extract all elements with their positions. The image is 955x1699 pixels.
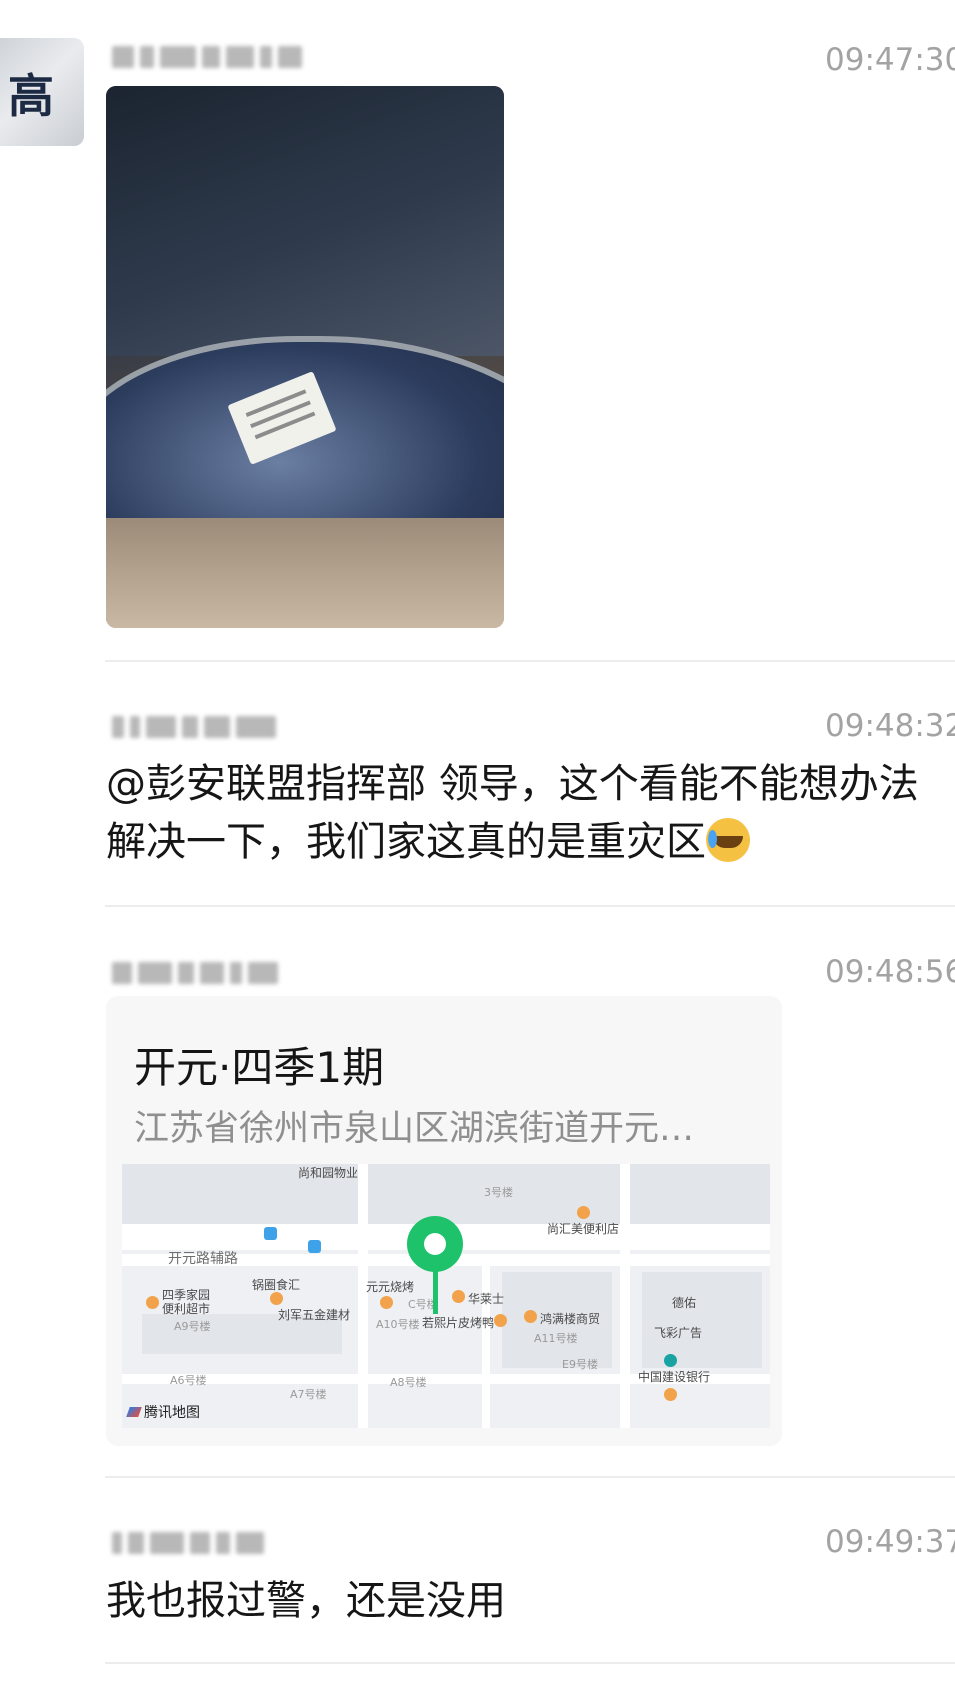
poi-icon <box>664 1388 677 1401</box>
bank-icon <box>664 1354 677 1367</box>
map-label: 元元烧烤 <box>366 1280 415 1294</box>
bus-stop-icon <box>264 1227 277 1240</box>
crying-laughing-emoji-icon <box>706 818 750 862</box>
message-divider <box>105 905 955 907</box>
map-label: A11号楼 <box>534 1332 578 1345</box>
message-time: 09:48:56 <box>825 954 955 990</box>
map-label: A10号楼 <box>376 1318 420 1331</box>
map-provider-name: 腾讯地图 <box>144 1405 200 1421</box>
bus-stop-icon <box>308 1240 321 1253</box>
map-label: A7号楼 <box>290 1388 327 1401</box>
map-label: 若熙片皮烤鸭 <box>422 1316 495 1330</box>
photo-car-window <box>106 86 504 356</box>
map-label: 华莱士 <box>468 1292 505 1306</box>
message-time: 09:47:30 <box>825 42 955 78</box>
message-text-content: 我也报过警，还是没用 <box>106 1578 506 1624</box>
poi-icon <box>494 1314 507 1327</box>
map-block <box>122 1164 770 1224</box>
map-block <box>642 1272 762 1368</box>
map-label: 锅圈食汇 <box>252 1278 301 1292</box>
map-road <box>620 1164 630 1428</box>
map-road <box>482 1254 490 1428</box>
poi-icon <box>270 1292 283 1305</box>
message-photo[interactable] <box>106 86 504 628</box>
message-text[interactable]: @彭安联盟指挥部 领导，这个看能不能想办法解决一下，我们家这真的是重灾区 <box>106 755 943 871</box>
map-label: 尚和园物业 <box>298 1166 359 1180</box>
poi-icon <box>380 1296 393 1309</box>
tencent-map-icon <box>126 1407 142 1417</box>
sender-name-blurred <box>112 1528 332 1558</box>
message-time: 09:48:32 <box>825 708 955 744</box>
location-map[interactable]: 尚和园物业 3号楼 尚汇美便利店 开元路辅路 四季家园 便利超市 锅圈食汇 元元… <box>122 1164 770 1428</box>
map-label: 尚汇美便利店 <box>547 1222 620 1236</box>
map-provider-logo: 腾讯地图 <box>126 1402 200 1422</box>
location-pin-stem <box>433 1268 438 1314</box>
map-label: 刘军五金建材 <box>278 1308 351 1322</box>
poi-icon <box>524 1310 537 1323</box>
message-divider <box>105 1476 955 1478</box>
poi-icon <box>452 1290 465 1303</box>
photo-ground <box>106 518 504 628</box>
map-label: 3号楼 <box>484 1186 513 1199</box>
location-address: 江苏省徐州市泉山区湖滨街道开元… <box>134 1109 695 1149</box>
poi-icon <box>577 1206 590 1219</box>
map-label: A6号楼 <box>170 1374 207 1387</box>
map-road-label: 开元路辅路 <box>168 1251 238 1267</box>
message-divider <box>105 660 955 662</box>
sender-name-blurred <box>112 958 332 988</box>
avatar-glyph: 高 <box>8 69 54 123</box>
location-title: 开元·四季1期 <box>134 1043 385 1092</box>
message-time: 09:49:37 <box>825 1524 955 1560</box>
location-pin-icon <box>407 1216 463 1272</box>
message-text[interactable]: 我也报过警，还是没用 <box>106 1572 943 1630</box>
message-divider <box>105 1662 955 1664</box>
map-label: 飞彩广告 <box>654 1326 703 1340</box>
poi-icon <box>146 1296 159 1309</box>
map-label: 鸿满楼商贸 <box>540 1312 601 1326</box>
map-road <box>358 1164 368 1428</box>
map-label: 便利超市 <box>162 1302 211 1316</box>
map-label: A8号楼 <box>390 1376 427 1389</box>
map-label: A9号楼 <box>174 1320 211 1333</box>
map-label: 德佑 <box>672 1296 697 1310</box>
location-card[interactable]: 开元·四季1期 江苏省徐州市泉山区湖滨街道开元… 尚和园物业 3号楼 尚汇美便利… <box>106 996 782 1446</box>
sender-avatar[interactable]: 高 <box>0 38 84 146</box>
map-label: E9号楼 <box>562 1358 598 1371</box>
map-label: 中国建设银行 <box>638 1370 711 1384</box>
message-text-content: @彭安联盟指挥部 领导，这个看能不能想办法解决一下，我们家这真的是重灾区 <box>106 761 919 865</box>
sender-name-blurred <box>112 712 332 742</box>
sender-name-blurred <box>112 42 332 72</box>
